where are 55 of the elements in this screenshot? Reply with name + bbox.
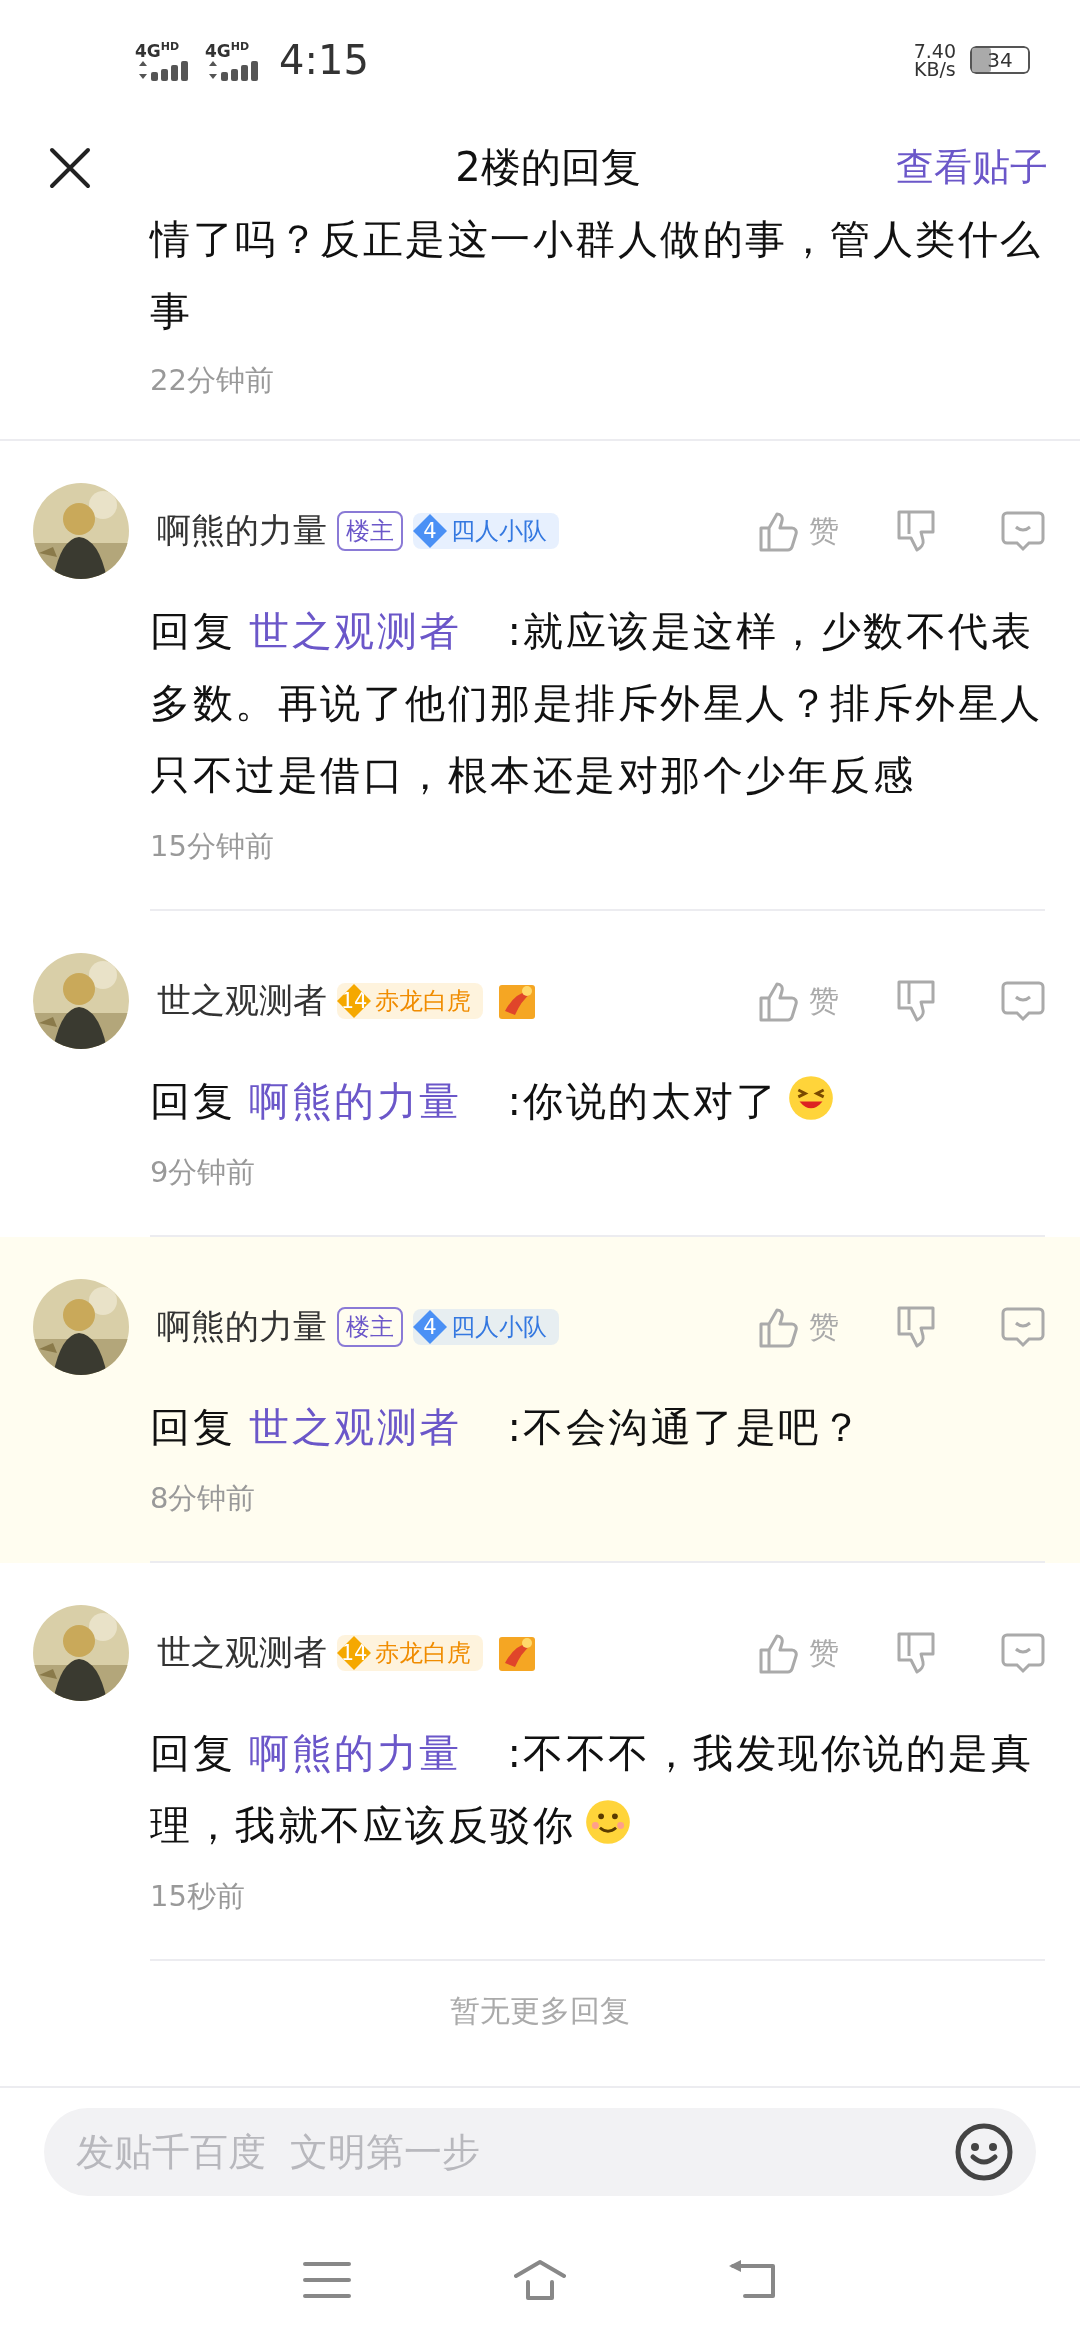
- thumbs-down-icon[interactable]: [895, 1630, 937, 1676]
- username[interactable]: 啊熊的力量: [157, 1304, 327, 1350]
- emoji-icon[interactable]: [954, 2122, 1014, 2182]
- timestamp: 15分钟前: [150, 828, 275, 865]
- reply-text: 回复 啊熊的力量 :不不不，我发现你说的是真理，我就不应该反驳你: [150, 1729, 1035, 1850]
- user-link[interactable]: 啊熊的力量: [249, 1730, 462, 1776]
- username[interactable]: 世之观测者: [157, 978, 327, 1024]
- thumbs-up-icon: [757, 980, 799, 1022]
- emoji-icon: [585, 1799, 631, 1845]
- comment-text: 情了吗？反正是这一小群人做的事，管人类什么事: [150, 215, 1044, 336]
- home-icon[interactable]: [514, 2258, 566, 2302]
- comment-input-field[interactable]: 发贴千百度 文明第一步: [44, 2108, 1036, 2196]
- thumbs-down-icon[interactable]: [895, 978, 937, 1024]
- thumbs-down-icon[interactable]: [895, 1304, 937, 1350]
- level-title: 四人小队: [451, 516, 547, 547]
- thumbs-up-icon: [757, 1632, 799, 1674]
- level-title: 赤龙白虎: [375, 986, 471, 1017]
- user-link[interactable]: 世之观测者: [249, 608, 462, 654]
- reply-text: 回复 世之观测者 :就应该是这样，少数不代表多数。再说了他们那是排斥外星人？排斥外星人只不过是借口，根本还是对那个少年反感: [150, 607, 1044, 800]
- thumbs-down-icon[interactable]: [895, 508, 937, 554]
- comment-icon[interactable]: [1001, 980, 1045, 1022]
- thumbs-up-icon: [757, 1306, 799, 1348]
- username[interactable]: 世之观测者: [157, 1630, 327, 1676]
- author-tag: 楼主: [337, 1307, 403, 1347]
- thumbs-up-icon: [757, 510, 799, 552]
- username[interactable]: 啊熊的力量: [157, 508, 327, 554]
- user-link[interactable]: 啊熊的力量: [249, 1078, 462, 1124]
- level-number: 4: [413, 1310, 447, 1344]
- view-post-link[interactable]: 查看贴子: [896, 142, 1048, 193]
- speed-unit: KB/s: [913, 60, 956, 78]
- timestamp: 8分钟前: [150, 1480, 257, 1517]
- level-number: 4: [413, 514, 447, 548]
- author-tag: 楼主: [337, 511, 403, 551]
- network-label: 4G$^{HD}$: [205, 39, 250, 60]
- level-title: 四人小队: [451, 1312, 547, 1343]
- reply-text: 回复 世之观测者 :不会沟通了是吧？: [150, 1403, 865, 1452]
- timestamp: 22分钟前: [150, 362, 275, 399]
- level-number: 14: [337, 984, 371, 1018]
- emoji-icon: [788, 1075, 835, 1121]
- comment-icon[interactable]: [1001, 510, 1045, 552]
- clock: 4:15: [279, 37, 369, 83]
- network-label: 4G$^{HD}$: [135, 39, 180, 60]
- reply-text: 回复 啊熊的力量 :你说的太对了: [150, 1065, 1045, 1137]
- page-title: 2楼的回复: [455, 143, 641, 192]
- comment-icon[interactable]: [1001, 1306, 1045, 1348]
- timestamp: 15秒前: [150, 1878, 246, 1915]
- timestamp: 9分钟前: [150, 1154, 257, 1191]
- network-speed: 7.40: [913, 42, 956, 60]
- comment-icon[interactable]: [1001, 1632, 1045, 1674]
- user-link[interactable]: 世之观测者: [249, 1404, 462, 1450]
- close-icon[interactable]: [48, 145, 92, 190]
- level-number: 14: [337, 1636, 371, 1670]
- level-title: 赤龙白虎: [375, 1638, 471, 1669]
- end-of-replies-note: 暂无更多回复: [449, 1992, 631, 2030]
- battery-level: 34: [987, 48, 1013, 72]
